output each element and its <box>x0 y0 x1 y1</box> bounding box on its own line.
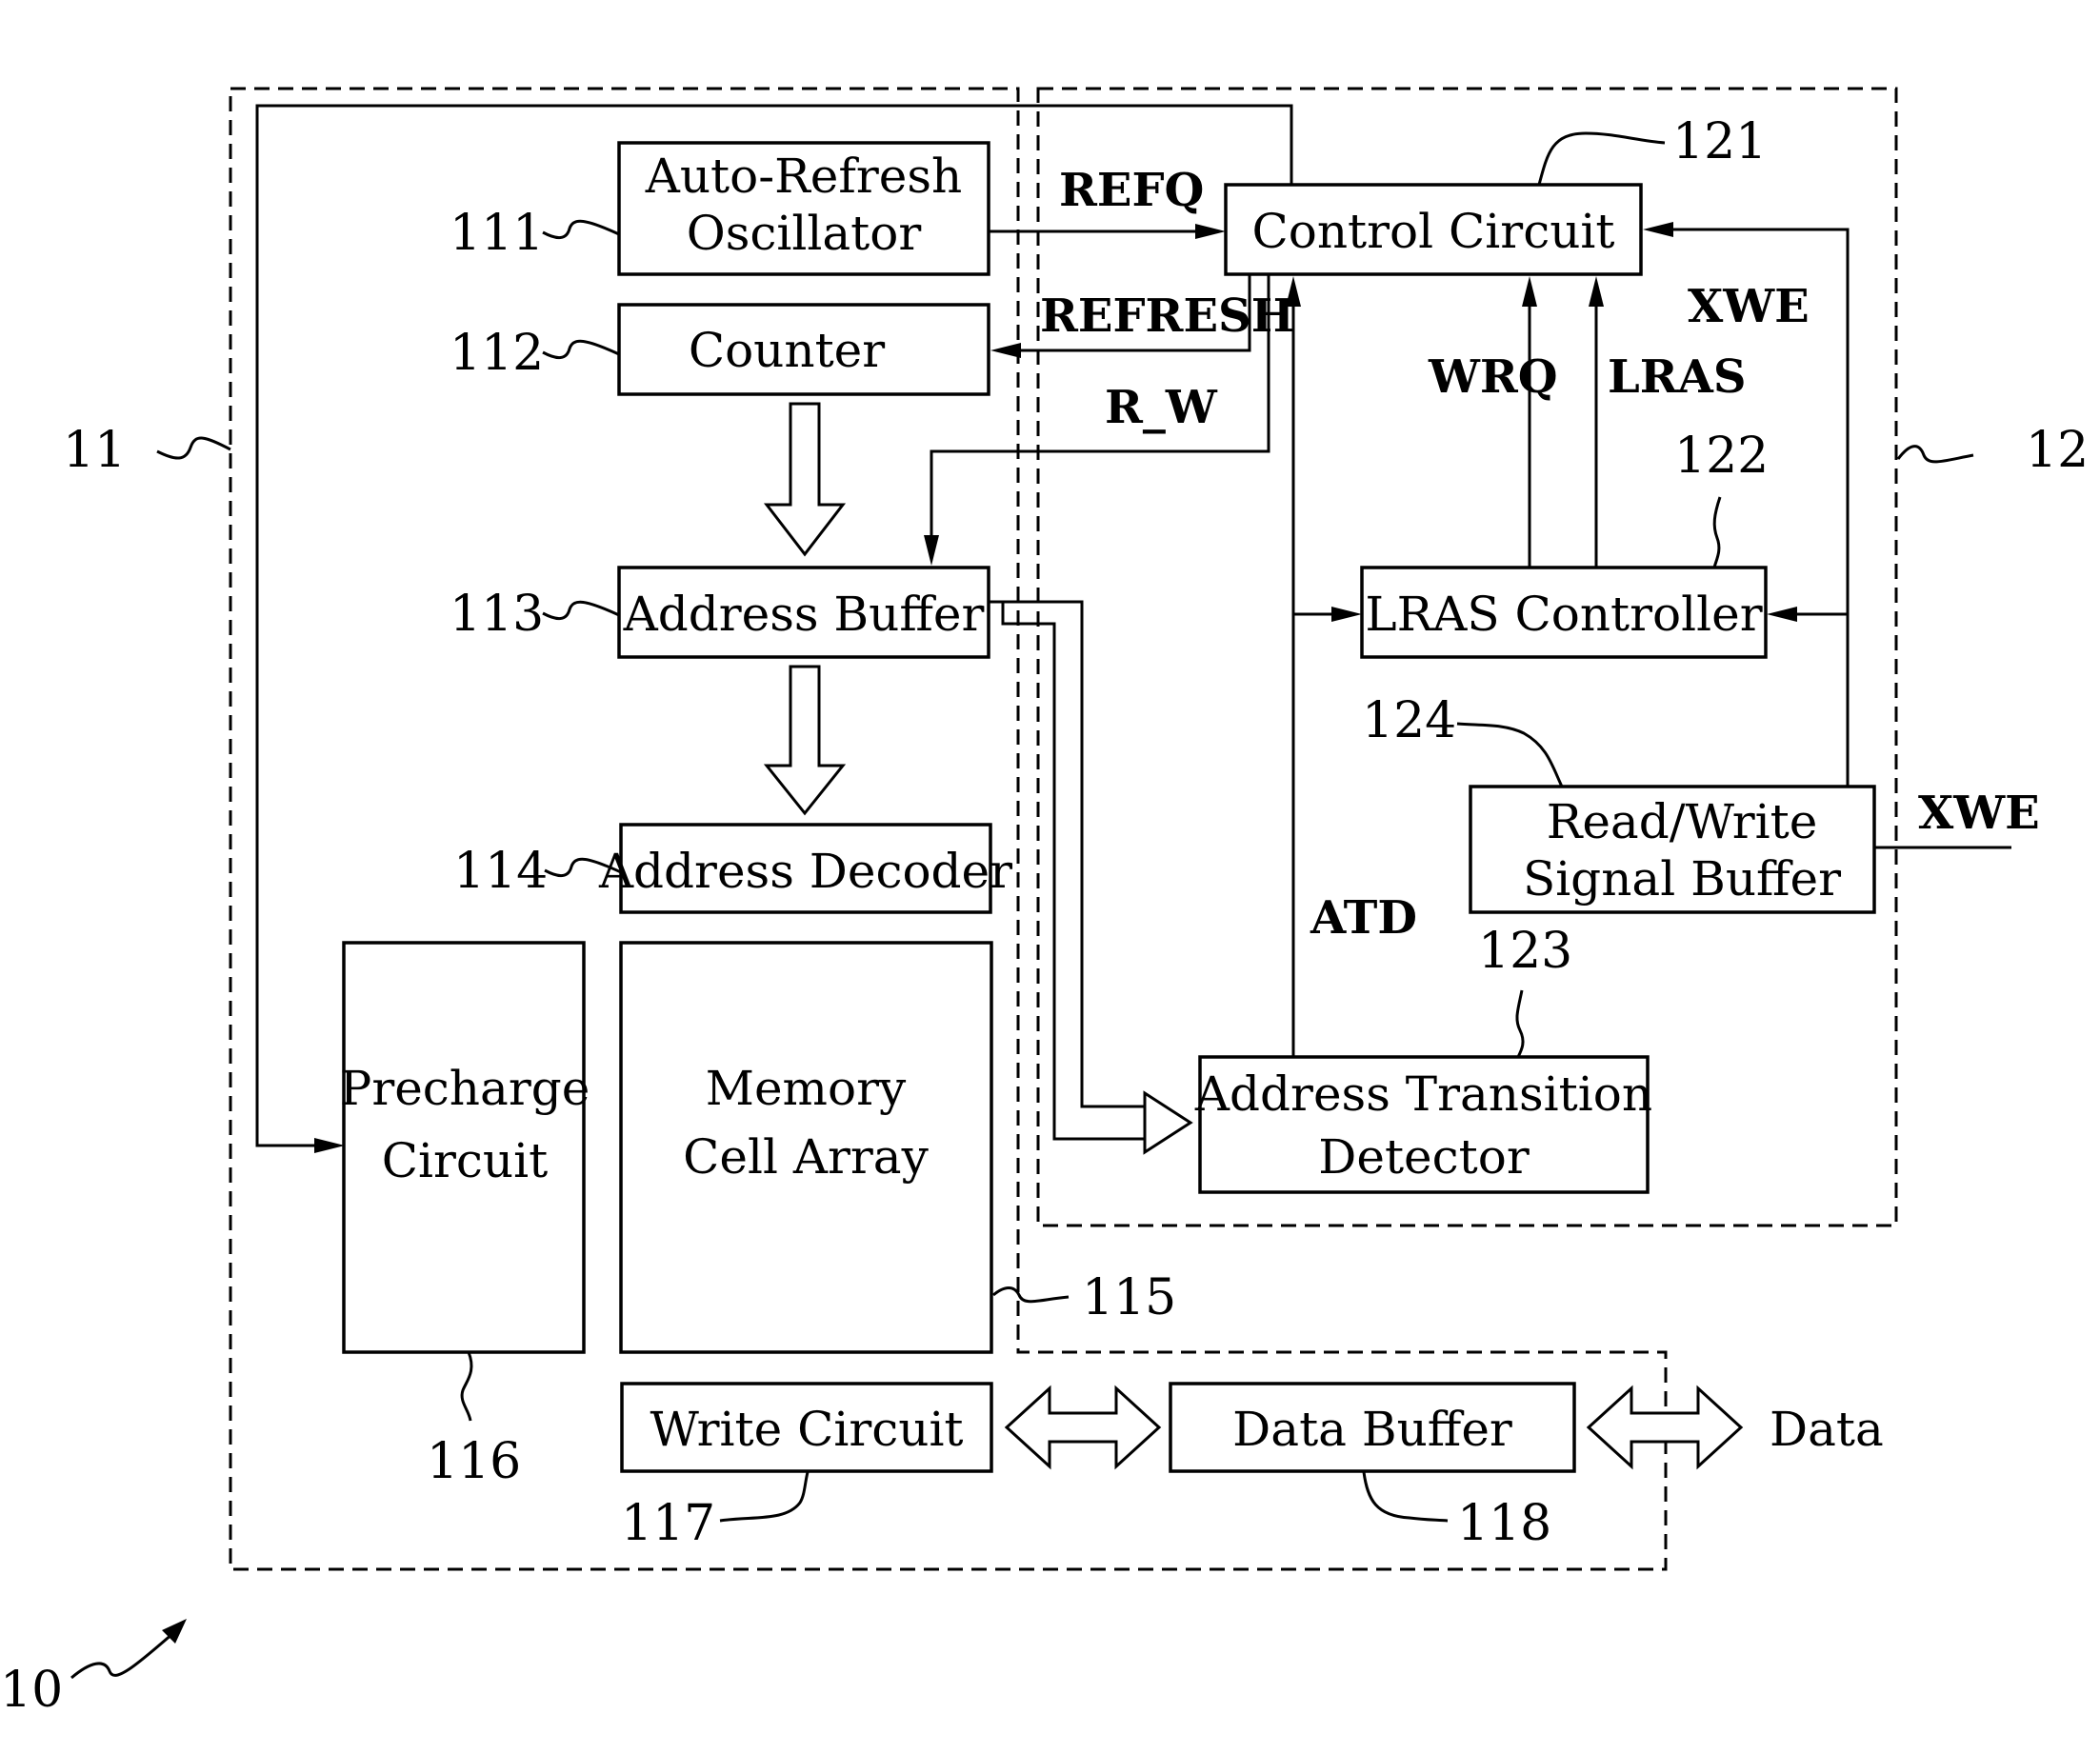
signal-wrq: WRQ <box>1428 350 1558 404</box>
block-address-transition-detector: Address Transition Detector <box>1194 1055 1652 1194</box>
block-counter: Counter <box>617 303 990 396</box>
block-label: Data Buffer <box>1232 1402 1512 1457</box>
block-write-circuit: Write Circuit <box>620 1382 993 1473</box>
signal-lras: LRAS <box>1608 350 1747 404</box>
ref-label-124: 124 <box>1362 692 1456 749</box>
ref-label-11: 11 <box>63 422 126 479</box>
signal-r-w: R_W <box>1105 381 1218 434</box>
block-label: Write Circuit <box>650 1402 963 1457</box>
ref-label-121: 121 <box>1672 113 1767 170</box>
block-memory-cell-array: Memory Cell Array <box>619 941 993 1354</box>
ref-leader-118 <box>1362 1471 1449 1523</box>
ref-label-112: 112 <box>450 325 544 382</box>
arrowhead-atd-lras <box>1331 607 1362 622</box>
ref-label-115: 115 <box>1082 1269 1176 1326</box>
block-label: LRAS Controller <box>1365 587 1762 642</box>
ref-leader-11 <box>156 436 231 460</box>
arrowhead-xwe-control <box>1643 222 1673 237</box>
ref-leader-12 <box>1896 445 1974 464</box>
block-lras-controller: LRAS Controller <box>1360 566 1768 659</box>
arrowhead-refq <box>1195 224 1226 239</box>
ref-label-123: 123 <box>1478 923 1572 980</box>
bus-address-buffer-to-atd-inner <box>1001 602 1145 1141</box>
block-address-buffer: Address Buffer <box>617 566 990 659</box>
block-label: Read/Write <box>1547 794 1818 849</box>
ref-leader-121 <box>1537 131 1666 186</box>
signal-xwe-input: XWE <box>1918 787 2040 840</box>
ref-leader-112 <box>542 339 620 359</box>
arrowhead-precharge <box>314 1138 345 1153</box>
bus-arrow-write-to-data-buffer <box>1004 1385 1162 1470</box>
block-read-write-signal-buffer: Read/Write Signal Buffer <box>1469 785 1876 914</box>
signal-refq: REFQ <box>1059 164 1204 217</box>
block-label: Memory <box>706 1061 907 1116</box>
ref-label-111: 111 <box>450 205 544 262</box>
arrowhead-refresh <box>990 343 1021 358</box>
block-label: Address Buffer <box>623 587 985 642</box>
ref-label-12: 12 <box>2026 422 2089 479</box>
arrowhead-lras <box>1589 276 1604 307</box>
bus-arrow-counter-to-address-buffer <box>763 402 847 557</box>
ref-label-122: 122 <box>1674 428 1769 485</box>
ref-leader-116 <box>460 1351 473 1422</box>
ref-label-114: 114 <box>453 843 548 900</box>
block-label: Precharge <box>340 1061 590 1116</box>
ref-leader-124 <box>1456 722 1564 787</box>
signal-atd: ATD <box>1310 891 1417 945</box>
ref-leader-122 <box>1712 496 1722 568</box>
block-label: Address Decoder <box>598 844 1012 899</box>
block-diagram: 11 12 10 Auto-Refresh Oscillator 111 Cou… <box>0 87 2089 1719</box>
block-label: Counter <box>689 323 885 378</box>
block-label: Circuit <box>382 1133 548 1188</box>
ref-label-118: 118 <box>1457 1495 1551 1552</box>
ref-label-116: 116 <box>427 1433 521 1490</box>
ref-label-117: 117 <box>621 1495 715 1552</box>
ref-leader-113 <box>542 600 620 620</box>
block-control-circuit: Control Circuit <box>1224 183 1643 276</box>
block-label: Address Transition <box>1194 1066 1652 1122</box>
ref-leader-111 <box>542 219 620 239</box>
block-label: Detector <box>1318 1129 1530 1185</box>
block-label: Auto-Refresh <box>645 149 963 204</box>
block-precharge-circuit: Precharge Circuit <box>340 941 590 1354</box>
bus-arrowhead-atd <box>1143 1090 1193 1155</box>
block-label: Cell Array <box>683 1129 929 1185</box>
arrowhead-xwe-lras <box>1767 607 1797 622</box>
block-address-decoder: Address Decoder <box>598 823 1012 914</box>
block-label: Oscillator <box>687 206 922 261</box>
block-label: Signal Buffer <box>1523 851 1841 907</box>
block-auto-refresh-oscillator: Auto-Refresh Oscillator <box>617 141 990 276</box>
ref-label-10: 10 <box>0 1662 63 1719</box>
ref-leader-115 <box>992 1286 1070 1304</box>
block-data-buffer: Data Buffer <box>1169 1382 1576 1473</box>
signal-data: Data <box>1770 1402 1884 1457</box>
signal-refresh: REFRESH <box>1040 289 1294 343</box>
ref-leader-10 <box>70 1624 182 1680</box>
ref-label-113: 113 <box>450 586 544 643</box>
bus-arrow-address-buffer-to-decoder <box>763 665 847 816</box>
ref-leader-117 <box>719 1471 810 1523</box>
arrowhead-r-w <box>924 535 939 566</box>
block-label: Control Circuit <box>1252 204 1615 259</box>
arrowhead-wrq <box>1522 276 1537 307</box>
signal-xwe-internal: XWE <box>1688 280 1810 333</box>
ref-leader-123 <box>1515 989 1525 1058</box>
